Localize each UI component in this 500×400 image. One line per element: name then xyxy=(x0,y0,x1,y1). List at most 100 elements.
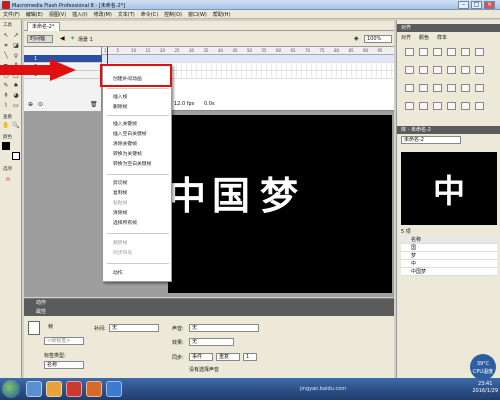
snap-magnet-icon[interactable]: ∩ xyxy=(4,176,12,184)
align-button-icon[interactable] xyxy=(475,84,484,92)
align-button-icon[interactable] xyxy=(475,48,484,56)
eyedropper-tool-icon[interactable]: ⌇ xyxy=(2,102,10,110)
effect-select[interactable]: 无 xyxy=(189,338,234,346)
align-button-icon[interactable] xyxy=(433,48,442,56)
align-button-icon[interactable] xyxy=(461,48,470,56)
align-button-icon[interactable] xyxy=(433,102,442,110)
align-button-icon[interactable] xyxy=(433,84,442,92)
menu-item-copy-frames[interactable]: 复制帧 xyxy=(103,189,173,198)
menu-commands[interactable]: 命令(C) xyxy=(141,11,158,18)
label-type-select[interactable]: 名称 xyxy=(44,361,84,369)
align-button-icon[interactable] xyxy=(461,84,470,92)
tab-actions[interactable]: 动作 xyxy=(36,300,46,306)
library-item[interactable]: 梦 xyxy=(401,252,497,260)
tab-swatches[interactable]: 样本 xyxy=(437,34,447,41)
hand-tool-icon[interactable]: ✋ xyxy=(2,122,10,130)
align-button-icon[interactable] xyxy=(419,48,428,56)
align-button-icon[interactable] xyxy=(419,84,428,92)
menu-item-insert-blank-keyframe[interactable]: 插入空白关键帧 xyxy=(103,130,173,139)
library-item[interactable]: 国 xyxy=(401,244,497,252)
fill-color-swatch[interactable] xyxy=(12,152,20,160)
selection-tool-icon[interactable]: ↖ xyxy=(2,32,10,40)
clock[interactable]: 23:41 2016/1/29 xyxy=(472,381,498,395)
menu-item-insert-keyframe[interactable]: 插入关键帧 xyxy=(103,120,173,129)
align-button-icon[interactable] xyxy=(475,102,484,110)
brush-tool-icon[interactable]: ♠ xyxy=(12,82,20,90)
library-select[interactable]: 未命名-2 xyxy=(401,136,461,144)
menu-item-actions[interactable]: 动作 xyxy=(103,269,173,278)
align-button-icon[interactable] xyxy=(475,66,484,74)
add-layer-icon[interactable]: ⊕ xyxy=(28,101,33,108)
align-button-icon[interactable] xyxy=(419,102,428,110)
align-button-icon[interactable] xyxy=(405,66,414,74)
tab-align[interactable]: 对齐 xyxy=(401,34,411,41)
close-button[interactable]: × xyxy=(484,1,495,9)
stage-char-zhong[interactable]: 中 xyxy=(168,165,206,220)
back-arrow-icon[interactable]: ◀ xyxy=(60,35,65,42)
align-panel-header[interactable]: 对齐 xyxy=(397,24,500,32)
menu-text[interactable]: 文本(T) xyxy=(118,11,135,18)
stage[interactable]: 中 国 梦 xyxy=(168,115,392,293)
zoom-tool-icon[interactable]: 🔍 xyxy=(12,122,20,130)
frame-ruler[interactable]: 1 5 10 15 20 25 30 35 40 45 50 55 60 65 70 75 80 85 90 95 xyxy=(102,47,394,55)
taskbar-explorer-icon[interactable] xyxy=(26,381,42,397)
add-guide-icon[interactable]: ⊙ xyxy=(38,101,43,108)
menu-item-clear-keyframe[interactable]: 清除关键帧 xyxy=(103,140,173,149)
repeat-select[interactable]: 重复 xyxy=(216,353,240,361)
eraser-tool-icon[interactable]: ▭ xyxy=(12,102,20,110)
ink-bottle-tool-icon[interactable]: ⚱ xyxy=(2,92,10,100)
align-button-icon[interactable] xyxy=(405,84,414,92)
align-button-icon[interactable] xyxy=(447,84,456,92)
stage-char-meng[interactable]: 梦 xyxy=(260,165,298,220)
delete-layer-icon[interactable]: 🗑 xyxy=(90,101,98,108)
free-transform-tool-icon[interactable]: ⌗ xyxy=(2,42,10,50)
repeat-count-input[interactable]: 1 xyxy=(243,353,257,361)
menu-help[interactable]: 帮助(H) xyxy=(213,11,231,18)
menu-edit[interactable]: 编辑(E) xyxy=(26,11,43,18)
align-button-icon[interactable] xyxy=(419,66,428,74)
taskbar-app-icon[interactable] xyxy=(86,381,102,397)
sync-select[interactable]: 事件 xyxy=(189,353,213,361)
tween-select[interactable]: 无 xyxy=(109,324,159,332)
tab-color[interactable]: 颜色 xyxy=(419,34,429,41)
edit-symbol-icon[interactable]: ◈ xyxy=(354,35,359,42)
align-button-icon[interactable] xyxy=(447,48,456,56)
menu-modify[interactable]: 修改(M) xyxy=(94,11,112,18)
tab-properties[interactable]: 属性 xyxy=(36,309,46,315)
zoom-select[interactable]: 100% xyxy=(364,35,392,43)
minimize-button[interactable]: – xyxy=(458,1,469,9)
menu-item-clear-frames[interactable]: 清除帧 xyxy=(103,209,173,218)
menu-item-insert-frame[interactable]: 插入帧 xyxy=(103,93,173,102)
align-button-icon[interactable] xyxy=(461,66,470,74)
library-column-header[interactable]: 名称 xyxy=(401,236,497,244)
taskbar-flash-icon[interactable] xyxy=(66,381,82,397)
stage-char-guo[interactable]: 国 xyxy=(212,165,250,220)
align-button-icon[interactable] xyxy=(433,66,442,74)
taskbar-folder-icon[interactable] xyxy=(46,381,62,397)
align-button-icon[interactable] xyxy=(405,102,414,110)
fill-transform-tool-icon[interactable]: ◪ xyxy=(12,42,20,50)
menu-window[interactable]: 窗口(W) xyxy=(188,11,207,18)
menu-file[interactable]: 文件(F) xyxy=(3,11,20,18)
frame-row[interactable] xyxy=(102,55,394,63)
maximize-button[interactable]: □ xyxy=(471,1,482,9)
pencil-tool-icon[interactable]: ✎ xyxy=(2,82,10,90)
library-item[interactable]: 中 xyxy=(401,260,497,268)
taskbar-browser-icon[interactable] xyxy=(106,381,122,397)
document-tab[interactable]: 未命名-2* xyxy=(27,22,60,31)
align-button-icon[interactable] xyxy=(447,66,456,74)
library-item[interactable]: 中国梦 xyxy=(401,268,497,276)
menu-item-cut-frames[interactable]: 剪切帧 xyxy=(103,179,173,188)
menu-insert[interactable]: 插入(I) xyxy=(72,11,87,18)
frame-label-input[interactable]: <帧标签> xyxy=(44,337,84,345)
paint-bucket-tool-icon[interactable]: ◕ xyxy=(12,92,20,100)
subselection-tool-icon[interactable]: ↗ xyxy=(12,32,20,40)
stroke-color-swatch[interactable] xyxy=(2,142,10,150)
timeline-toggle-button[interactable]: 时间轴 xyxy=(27,35,53,43)
menu-item-remove-frames[interactable]: 删除帧 xyxy=(103,103,173,112)
menu-view[interactable]: 视图(V) xyxy=(49,11,66,18)
menu-item-select-all-frames[interactable]: 选择所有帧 xyxy=(103,219,173,228)
library-panel-header[interactable]: 库 - 未命名-2 xyxy=(397,126,500,134)
start-button[interactable] xyxy=(2,380,20,398)
menu-item-convert-to-blank-keyframes[interactable]: 转换为空白关键帧 xyxy=(103,160,173,169)
